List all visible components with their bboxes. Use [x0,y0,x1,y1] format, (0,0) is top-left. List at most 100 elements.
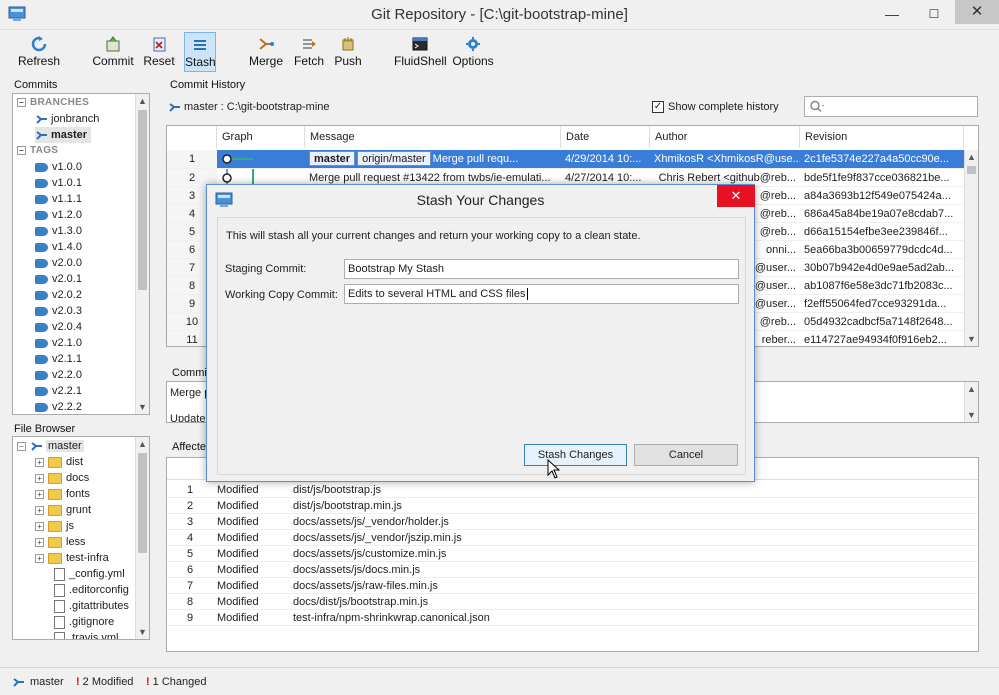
affected-file-row[interactable]: 2 Modified dist/js/bootstrap.min.js [167,498,978,514]
scroll-up-arrow[interactable]: ▲ [965,382,978,396]
commits-tree-scrollbar[interactable]: ▲ ▼ [135,94,149,414]
tag-item[interactable]: v1.1.1 [35,191,82,207]
tag-item[interactable]: v2.2.1 [35,383,82,399]
affected-file-row[interactable]: 3 Modified docs/assets/js/_vendor/holder.j… [167,514,978,530]
folder-item[interactable]: + js [35,518,74,534]
column-header-message[interactable]: Message [305,126,561,148]
window-close-button[interactable]: ✕ [955,0,999,24]
stash-changes-button[interactable]: Stash Changes [524,444,627,466]
tag-item[interactable]: v2.2.2 [35,399,82,414]
history-scrollbar[interactable]: ▲ ▼ [964,150,978,346]
commit-details-scrollbar[interactable]: ▲ ▼ [964,382,978,422]
warning-icon: ! [146,676,150,688]
row-number: 7 [186,580,194,592]
maximize-button[interactable]: ☐ [922,4,946,24]
affected-file-row[interactable]: 7 Modified docs/assets/js/raw-files.min.js [167,578,978,594]
cancel-button[interactable]: Cancel [634,444,738,466]
fluidshell-button[interactable]: FluidShell [394,32,447,72]
affected-file-row[interactable]: 4 Modified docs/assets/js/_vendor/jszip.mi… [167,530,978,546]
reset-icon [153,37,166,52]
staging-commit-input[interactable]: Bootstrap My Stash [344,259,739,279]
scroll-down-arrow[interactable]: ▼ [136,400,149,414]
fetch-icon [303,39,316,49]
working-copy-commit-input[interactable]: Edits to several HTML and CSS files [344,284,739,304]
minimize-button[interactable]: — [880,4,904,24]
file-item[interactable]: _config.yml [54,566,125,582]
collapse-root-toggle[interactable]: − [17,441,26,451]
tag-item[interactable]: v2.0.1 [35,271,82,287]
collapse-tags-toggle[interactable]: − [17,145,26,155]
expand-folder-toggle[interactable]: + [35,473,44,483]
merge-button[interactable]: Merge [246,32,286,72]
dialog-close-button[interactable]: ✕ [717,185,755,207]
commit-row-selected[interactable]: 1 master origin/master Merge pull requ... … [167,150,964,168]
tag-item[interactable]: v1.4.0 [35,239,82,255]
file-item[interactable]: .gitattributes [54,598,129,614]
reset-button[interactable]: Reset [140,32,178,72]
column-header-graph[interactable]: Graph [217,126,305,148]
tag-item[interactable]: v2.1.1 [35,351,82,367]
folder-item[interactable]: + less [35,534,86,550]
tag-item[interactable]: v2.0.4 [35,319,82,335]
scroll-down-arrow[interactable]: ▼ [965,408,978,422]
file-browser-scrollbar[interactable]: ▲ ▼ [135,437,149,639]
stash-button[interactable]: Stash [184,32,216,72]
affected-file-row[interactable]: 5 Modified docs/assets/js/customize.min.js [167,546,978,562]
column-header-author[interactable]: Author [650,126,800,148]
refresh-button[interactable]: Refresh [14,32,64,72]
tag-item[interactable]: v1.2.0 [35,207,82,223]
folder-item[interactable]: + test-infra [35,550,109,566]
expand-folder-toggle[interactable]: + [35,521,44,531]
status-changed[interactable]: ! 1 Changed [146,674,207,690]
folder-item[interactable]: + fonts [35,486,90,502]
tag-item[interactable]: v2.2.0 [35,367,82,383]
tag-item[interactable]: v1.0.1 [35,175,82,191]
scroll-thumb[interactable] [967,166,976,174]
file-label: .travis.yml [69,632,119,640]
column-header-revision[interactable]: Revision [800,126,964,148]
column-header-date[interactable]: Date [561,126,650,148]
expand-folder-toggle[interactable]: + [35,553,44,563]
scroll-thumb[interactable] [138,110,147,290]
history-search-input[interactable] [804,96,978,117]
status-branch[interactable]: master [12,674,64,690]
commit-button[interactable]: Commit [90,32,136,72]
file-item[interactable]: .travis.yml [54,630,119,640]
affected-file-row[interactable]: 8 Modified docs/dist/js/bootstrap.min.js [167,594,978,610]
expand-folder-toggle[interactable]: + [35,457,44,467]
affected-file-row[interactable]: 1 Modified dist/js/bootstrap.js [167,482,978,498]
scroll-up-arrow[interactable]: ▲ [136,94,149,108]
file-root-master[interactable]: − master [17,438,84,454]
scroll-down-arrow[interactable]: ▼ [136,625,149,639]
file-item[interactable]: .editorconfig [54,582,129,598]
expand-folder-toggle[interactable]: + [35,505,44,515]
fetch-button[interactable]: Fetch [290,32,328,72]
branch-item-jonbranch[interactable]: jonbranch [35,111,99,127]
tag-item[interactable]: v2.0.2 [35,287,82,303]
folder-item[interactable]: + dist [35,454,83,470]
folder-item[interactable]: + docs [35,470,89,486]
tag-item[interactable]: v2.0.0 [35,255,82,271]
affected-file-row[interactable]: 6 Modified docs/assets/js/docs.min.js [167,562,978,578]
tag-item[interactable]: v1.3.0 [35,223,82,239]
push-button[interactable]: Push [332,32,364,72]
checkbox-checked-icon[interactable]: ✓ [652,101,664,114]
expand-folder-toggle[interactable]: + [35,489,44,499]
scroll-down-arrow[interactable]: ▼ [965,332,978,346]
affected-file-row[interactable]: 9 Modified test-infra/npm-shrinkwrap.canon… [167,610,978,626]
show-complete-history-checkbox[interactable]: ✓ Show complete history [652,98,779,116]
scroll-up-arrow[interactable]: ▲ [965,150,978,164]
options-button[interactable]: Options [452,32,494,72]
scroll-up-arrow[interactable]: ▲ [136,437,149,451]
expand-folder-toggle[interactable]: + [35,537,44,547]
file-item[interactable]: .gitignore [54,614,114,630]
tag-label: v2.2.2 [52,401,82,413]
collapse-branches-toggle[interactable]: − [17,97,26,107]
branch-item-master[interactable]: master [35,127,92,143]
folder-item[interactable]: + grunt [35,502,91,518]
tag-item[interactable]: v2.0.3 [35,303,82,319]
status-modified[interactable]: ! 2 Modified [76,674,133,690]
tag-item[interactable]: v1.0.0 [35,159,82,175]
scroll-thumb[interactable] [138,453,147,553]
tag-item[interactable]: v2.1.0 [35,335,82,351]
